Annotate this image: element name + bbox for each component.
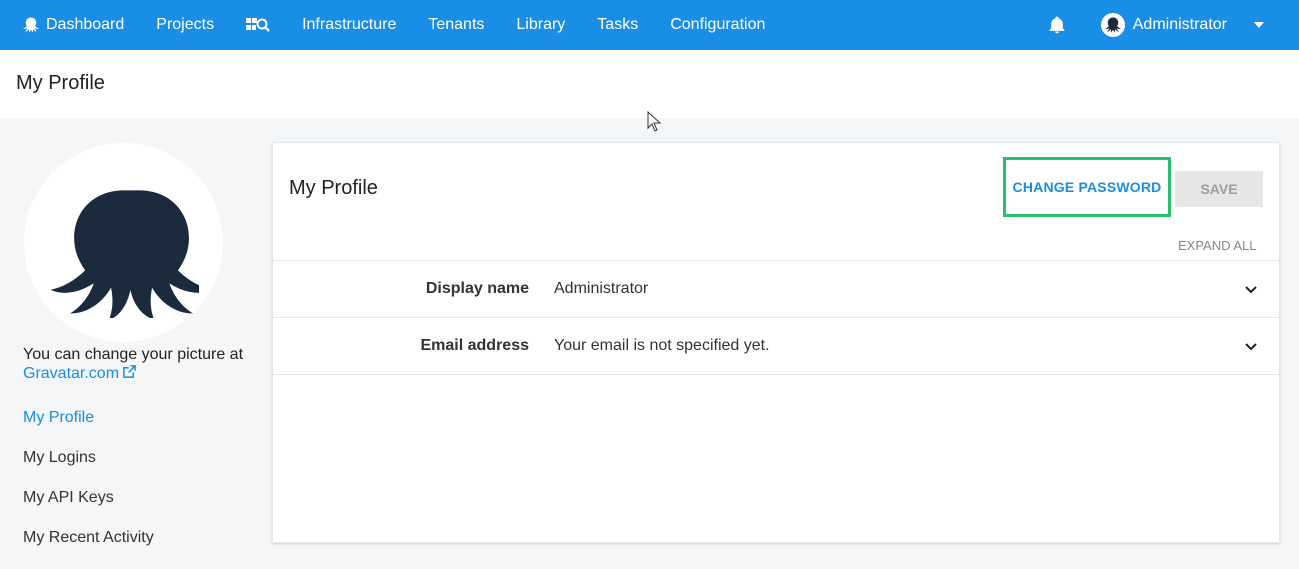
- email-address-row[interactable]: Email address Your email is not specifie…: [273, 317, 1279, 374]
- sidebar-item-my-recent-activity[interactable]: My Recent Activity: [23, 529, 154, 547]
- nav-label: Configuration: [670, 16, 766, 33]
- top-nav: Dashboard Projects Infrastructure Tenant…: [0, 0, 1299, 50]
- profile-card: My Profile CHANGE PASSWORD SAVE EXPAND A…: [272, 142, 1280, 543]
- gravatar-link[interactable]: Gravatar.com: [23, 365, 119, 382]
- save-button[interactable]: SAVE: [1175, 171, 1263, 207]
- avatar: [1100, 13, 1125, 37]
- display-name-row[interactable]: Display name Administrator: [273, 260, 1279, 317]
- nav-configuration[interactable]: Configuration: [654, 0, 781, 50]
- chevron-down-icon[interactable]: [1243, 338, 1259, 354]
- nav-label: Tenants: [428, 16, 485, 33]
- row-label: Email address: [420, 337, 530, 354]
- nav-label: Dashboard: [46, 16, 125, 33]
- sidebar-item-my-logins[interactable]: My Logins: [23, 449, 96, 467]
- caret-down-icon: [1253, 19, 1265, 31]
- nav-right: Administrator: [1047, 0, 1299, 50]
- gravatar-text: You can change your picture at: [23, 346, 244, 363]
- nav-label: Library: [516, 16, 566, 33]
- user-name: Administrator: [1132, 16, 1227, 33]
- nav-search[interactable]: [230, 0, 286, 50]
- row-value: Your email is not specified yet.: [554, 337, 770, 354]
- divider: [273, 374, 1279, 375]
- nav-label: Tasks: [597, 16, 639, 33]
- octopus-logo-icon: [50, 189, 199, 318]
- expand-all-link[interactable]: EXPAND ALL: [1178, 238, 1257, 253]
- change-password-button[interactable]: CHANGE PASSWORD: [1003, 157, 1171, 217]
- gravatar-hint: You can change your picture at Gravatar.…: [23, 346, 263, 383]
- nav-projects[interactable]: Projects: [140, 0, 230, 50]
- chevron-down-icon[interactable]: [1243, 281, 1259, 297]
- user-menu[interactable]: Administrator: [1100, 13, 1299, 37]
- bell-icon[interactable]: [1047, 15, 1067, 35]
- external-link-icon[interactable]: [122, 364, 137, 379]
- sidebar-item-my-api-keys[interactable]: My API Keys: [23, 489, 114, 507]
- nav-dashboard[interactable]: Dashboard: [0, 0, 140, 50]
- nav-tenants[interactable]: Tenants: [412, 0, 500, 50]
- page-header: My Profile: [0, 50, 1299, 118]
- nav-label: Projects: [156, 16, 215, 33]
- card-title: My Profile: [289, 177, 378, 199]
- nav-label: Infrastructure: [302, 16, 397, 33]
- page-title: My Profile: [16, 72, 105, 94]
- row-value: Administrator: [554, 280, 649, 297]
- octopus-icon: [22, 16, 40, 34]
- nav-library[interactable]: Library: [500, 0, 581, 50]
- nav-infrastructure[interactable]: Infrastructure: [286, 0, 412, 50]
- mouse-cursor-icon: [647, 111, 661, 132]
- row-label: Display name: [425, 280, 529, 297]
- sidebar-item-my-profile[interactable]: My Profile: [23, 409, 94, 427]
- nav-tasks[interactable]: Tasks: [581, 0, 654, 50]
- profile-avatar: [24, 143, 223, 342]
- search-grid-icon: [246, 16, 270, 34]
